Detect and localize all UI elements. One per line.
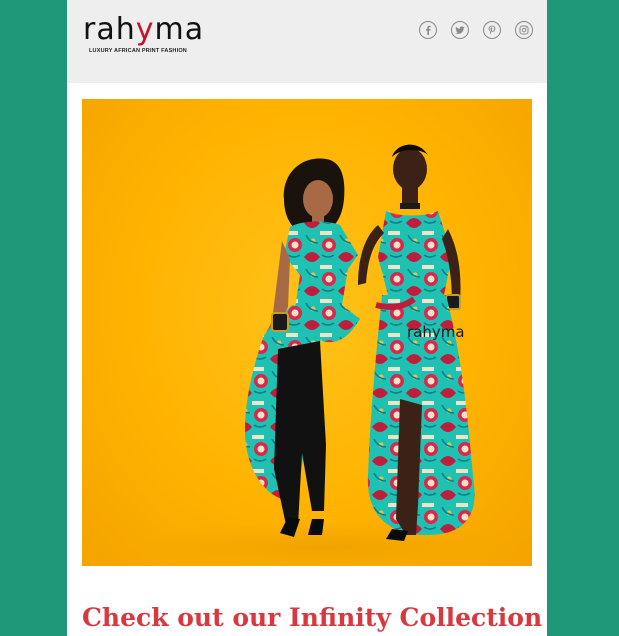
logo-tagline: LUXURY AFRICAN PRINT FASHION [89,48,187,54]
instagram-icon [519,25,529,35]
hero-watermark: rahyma [407,323,465,341]
brand-logo[interactable]: rahyma LUXURY AFRICAN PRINT FASHION [83,14,227,58]
model-right [358,144,475,541]
instagram-link[interactable] [515,21,533,39]
pinterest-icon [487,25,497,35]
collection-headline: Check out our Infinity Collection [82,603,543,632]
logo-wordmark: rahyma [83,12,205,47]
facebook-icon [423,25,433,35]
email-container: rahyma LUXURY AFRICAN PRINT FASHION rahy… [67,0,547,636]
model-left [244,158,360,537]
hero-image[interactable]: rahyma [82,99,532,566]
twitter-icon [455,25,465,35]
pinterest-link[interactable] [483,21,501,39]
social-links [419,21,533,39]
email-header: rahyma LUXURY AFRICAN PRINT FASHION [67,0,547,83]
twitter-link[interactable] [451,21,469,39]
hero-illustration: rahyma [132,144,512,566]
svg-text:rahyma: rahyma [407,323,465,341]
facebook-link[interactable] [419,21,437,39]
